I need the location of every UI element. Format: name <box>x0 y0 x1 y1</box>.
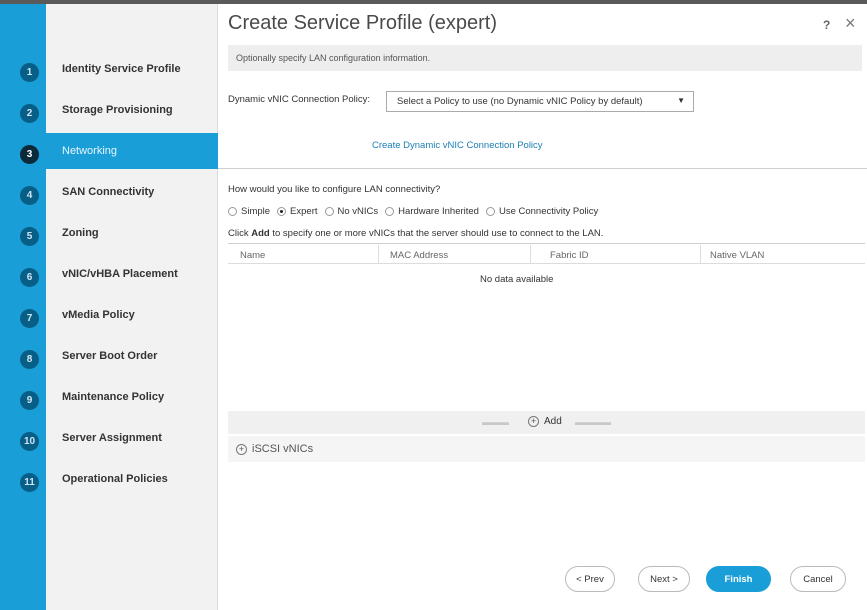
radio-expert[interactable]: Expert <box>277 206 318 217</box>
lan-connectivity-options: Simple Expert No vNICs Hardware Inherite… <box>228 206 605 217</box>
dynamic-vnic-label: Dynamic vNIC Connection Policy: <box>228 94 371 105</box>
plus-icon: + <box>528 416 539 427</box>
lan-connectivity-question: How would you like to configure LAN conn… <box>228 184 441 195</box>
column-divider <box>700 245 701 263</box>
iscsi-vnics-expander[interactable]: + iSCSI vNICs <box>228 436 865 462</box>
table-header-border <box>228 263 865 264</box>
step-server-assignment[interactable]: Server Assignment <box>46 420 218 456</box>
add-instruction: Click Add to specify one or more vNICs t… <box>228 228 603 239</box>
radio-simple[interactable]: Simple <box>228 206 270 217</box>
step-number: 1 <box>20 63 39 82</box>
step-number: 10 <box>20 432 39 451</box>
step-san-connectivity[interactable]: SAN Connectivity <box>46 174 218 210</box>
radio-label: Hardware Inherited <box>398 206 479 217</box>
radio-label: Expert <box>290 206 318 217</box>
create-dynamic-vnic-policy-link[interactable]: Create Dynamic vNIC Connection Policy <box>372 140 543 151</box>
step-number: 4 <box>20 186 39 205</box>
radio-button[interactable] <box>228 207 237 216</box>
radio-button[interactable] <box>324 207 334 216</box>
chevron-down-icon: ▼ <box>677 96 685 105</box>
column-header-name[interactable]: Name <box>240 250 265 261</box>
radio-button-selected[interactable] <box>277 207 287 216</box>
step-number: 7 <box>20 309 39 328</box>
dialog-title: Create Service Profile (expert) <box>228 12 497 34</box>
iscsi-label: iSCSI vNICs <box>252 443 314 455</box>
dynamic-vnic-policy-value: Select a Policy to use (no Dynamic vNIC … <box>397 96 643 107</box>
instruction-add-word: Add <box>251 228 270 239</box>
step-maintenance-policy[interactable]: Maintenance Policy <box>46 379 218 415</box>
finish-button[interactable]: Finish <box>706 566 771 592</box>
prev-button[interactable]: < Prev <box>565 566 615 592</box>
step-zoning[interactable]: Zoning <box>46 215 218 251</box>
help-icon[interactable]: ? <box>823 18 830 32</box>
radio-button[interactable] <box>385 207 395 216</box>
table-empty-message: No data available <box>480 274 554 285</box>
wizard-step-list: Identity Service Profile Storage Provisi… <box>46 4 218 610</box>
step-number: 2 <box>20 104 39 123</box>
step-number: 11 <box>20 473 39 492</box>
plus-icon: + <box>236 443 247 455</box>
step-number: 3 <box>20 145 39 164</box>
add-label: Add <box>544 416 562 427</box>
disabled-action-button: ▬▬▬ <box>482 417 509 427</box>
radio-label: Simple <box>241 206 271 217</box>
instruction-text: to specify one or more vNICs that the se… <box>272 228 604 239</box>
next-button[interactable]: Next > <box>638 566 690 592</box>
column-divider <box>378 245 379 263</box>
column-header-fabric-id[interactable]: Fabric ID <box>550 250 589 261</box>
step-vmedia-policy[interactable]: vMedia Policy <box>46 297 218 333</box>
dynamic-vnic-policy-select[interactable]: Select a Policy to use (no Dynamic vNIC … <box>386 91 694 112</box>
step-vnic-vhba-placement[interactable]: vNIC/vHBA Placement <box>46 256 218 292</box>
step-operational-policies[interactable]: Operational Policies <box>46 461 218 497</box>
cancel-button[interactable]: Cancel <box>790 566 846 592</box>
step-number-rail: 1 2 3 4 5 6 7 8 9 10 11 <box>0 4 46 610</box>
column-header-native-vlan[interactable]: Native VLAN <box>710 250 764 261</box>
step-storage-provisioning[interactable]: Storage Provisioning <box>46 92 218 128</box>
step-number: 6 <box>20 268 39 287</box>
column-header-mac-address[interactable]: MAC Address <box>390 250 448 261</box>
step-identity-service-profile[interactable]: Identity Service Profile <box>46 51 218 87</box>
radio-label: Use Connectivity Policy <box>498 206 599 217</box>
step-number: 9 <box>20 391 39 410</box>
step-number: 5 <box>20 227 39 246</box>
disabled-action-button: ▬▬▬▬ <box>575 417 611 427</box>
step-number: 8 <box>20 350 39 369</box>
add-vnic-button[interactable]: + Add <box>528 416 562 427</box>
radio-use-connectivity-policy[interactable]: Use Connectivity Policy <box>485 206 599 217</box>
divider <box>218 168 867 169</box>
column-divider <box>530 245 531 263</box>
radio-button[interactable] <box>485 207 495 216</box>
table-border <box>228 243 865 244</box>
radio-hardware-inherited[interactable]: Hardware Inherited <box>385 206 479 217</box>
close-icon[interactable]: × <box>845 13 856 34</box>
radio-label: No vNICs <box>337 206 379 217</box>
section-hint: Optionally specify LAN configuration inf… <box>228 45 862 71</box>
step-networking[interactable]: Networking <box>46 133 218 169</box>
radio-no-vnics[interactable]: No vNICs <box>324 206 379 217</box>
step-server-boot-order[interactable]: Server Boot Order <box>46 338 218 374</box>
instruction-text: Click <box>228 228 249 239</box>
